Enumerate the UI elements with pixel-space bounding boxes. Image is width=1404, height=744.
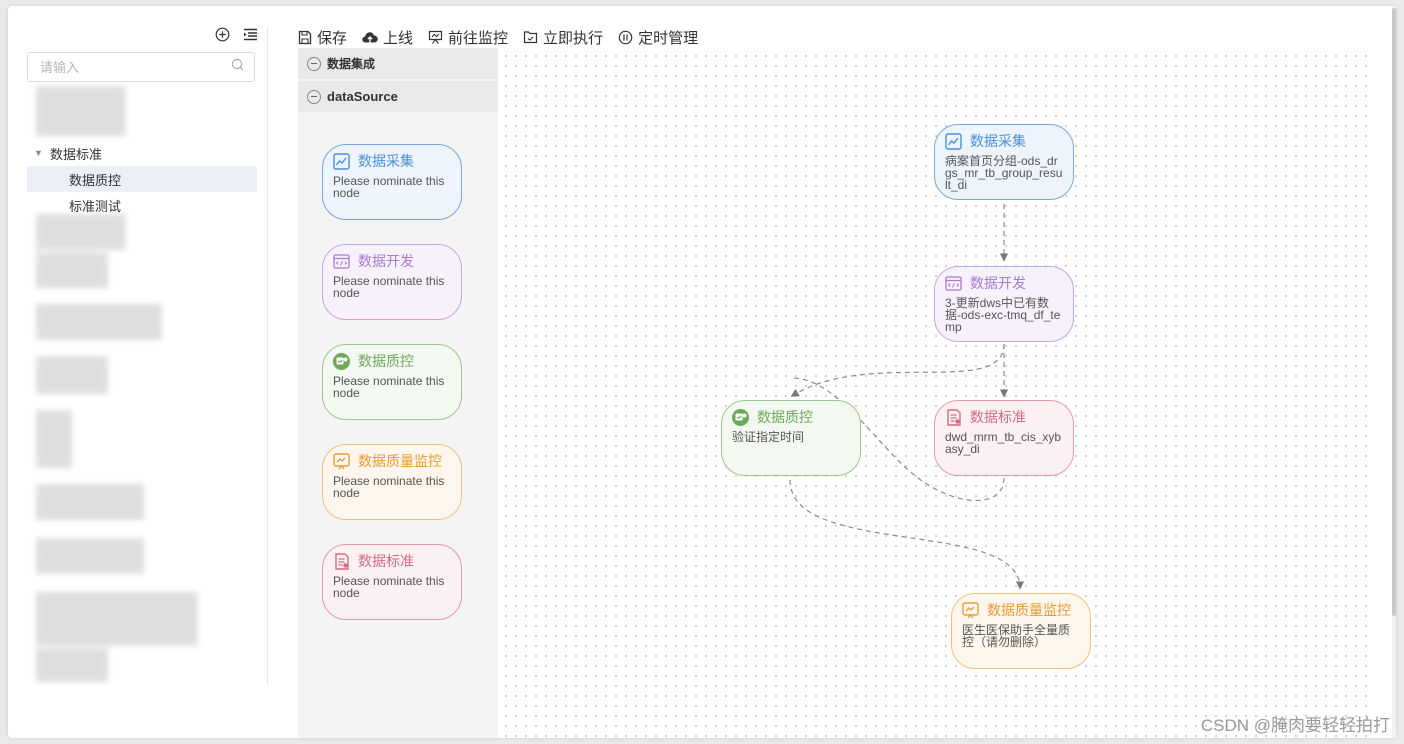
redacted-tree-item [36,86,126,136]
folder-icon [523,30,538,44]
flow-canvas[interactable]: 数据采集 病案首页分组-ods_drgs_mr_tb_group_result_… [498,48,1370,738]
edge-quality-to-monitor[interactable] [789,479,1025,590]
canvas-node-monitor[interactable]: 数据质量监控 医生医保助手全量质控（请勿删除） [951,593,1091,669]
go-monitor-button[interactable]: 前往监控 [428,27,508,48]
execute-now-button[interactable]: 立即执行 [523,27,603,48]
palette-node-monitor[interactable]: 数据质量监控 Please nominate this node [322,444,462,520]
redacted-tree-item [36,356,108,394]
caret-down-icon[interactable]: ▼ [34,148,50,158]
add-circle-icon[interactable] [214,26,230,42]
canvas-node-develop[interactable]: 数据开发 3-更新dws中已有数据-ods-exc-tmq_df_temp [934,266,1074,342]
quality-monitor-icon [333,452,350,470]
palette-node-quality[interactable]: 数据质控 Please nominate this node [322,344,462,420]
palette-node-standard[interactable]: 数据标准 Please nominate this node [322,544,462,620]
palette-node-develop[interactable]: 数据开发 Please nominate this node [322,244,462,320]
toolbar: 保存 上线 前往监控 立即执行 定时管理 [298,26,698,48]
code-window-icon [333,253,350,270]
palette-group-datasource[interactable]: dataSource [298,81,498,112]
standard-doc-icon [333,552,350,570]
collapse-list-icon[interactable] [242,26,258,42]
tree-node-data-standard[interactable]: ▼ 数据标准 [34,144,102,162]
standard-doc-icon [945,408,962,426]
redacted-tree-item [36,648,108,682]
tree-search-input[interactable] [38,58,231,76]
redacted-tree-item [36,592,198,646]
canvas-node-quality[interactable]: 数据质控 验证指定时间 [721,400,861,476]
node-palette: 数据集成 dataSource 数据采集 Please nominate thi… [298,48,498,738]
palette-group-integration[interactable]: 数据集成 [298,48,498,79]
redacted-tree-item [36,252,108,288]
collapse-circle-icon[interactable] [307,56,321,71]
tree-node-standard-test[interactable]: 标准测试 [27,192,257,218]
palette-node-collect[interactable]: 数据采集 Please nominate this node [322,144,462,220]
quality-check-icon [333,352,350,370]
search-icon[interactable] [231,58,244,76]
page-scrollbar-thumb[interactable] [1392,8,1396,616]
watermark-text: CSDN @腌肉要轻轻拍打 [1200,716,1390,735]
tree-node-label: 数据质控 [69,172,122,188]
redacted-tree-item [36,484,144,520]
line-chart-icon [945,132,962,150]
tree-node-data-quality[interactable]: 数据质控 [27,166,257,192]
tree-actions [214,26,258,42]
edge-develop-to-quality[interactable] [790,343,1005,397]
save-icon [298,30,312,45]
canvas-node-collect[interactable]: 数据采集 病案首页分组-ods_drgs_mr_tb_group_result_… [934,124,1074,200]
clock-icon [618,30,633,45]
schedule-button[interactable]: 定时管理 [618,27,698,48]
panel-divider [267,26,268,686]
monitor-chart-icon [428,30,443,45]
publish-button[interactable]: 上线 [362,27,413,48]
line-chart-icon [333,152,350,170]
collapse-circle-icon[interactable] [307,89,321,104]
save-button[interactable]: 保存 [298,27,347,48]
quality-monitor-icon [962,601,979,619]
redacted-tree-item [36,410,72,468]
redacted-tree-item [36,214,126,250]
tree-search-box[interactable] [27,52,255,82]
code-window-icon [945,275,962,292]
tree-node-label: 数据标准 [50,146,103,162]
tree-node-label: 标准测试 [69,198,122,214]
canvas-node-standard[interactable]: 数据标准 dwd_mrm_tb_cis_xybasy_di [934,400,1074,476]
cloud-upload-icon [362,31,378,44]
redacted-tree-item [36,538,144,574]
quality-check-icon [732,408,749,426]
redacted-tree-item [36,304,162,340]
